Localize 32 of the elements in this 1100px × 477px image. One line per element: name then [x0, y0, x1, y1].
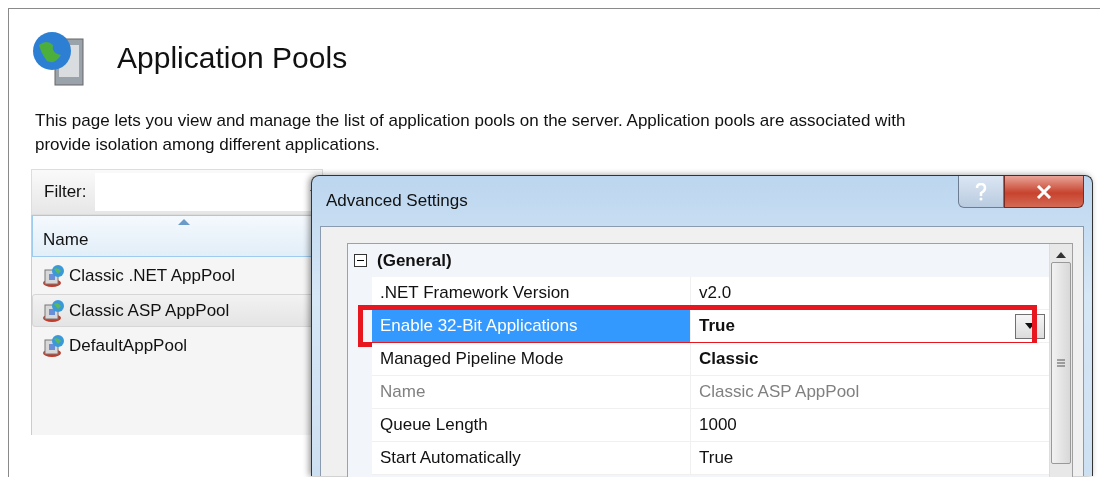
page-description: This page lets you view and manage the list of application pools on the server. Application pools are associated with provide isolation among different applications.: [35, 110, 907, 156]
grip-icon: [1057, 359, 1065, 367]
sort-arrow-icon: [178, 219, 190, 225]
pool-name: Classic ASP AppPool: [69, 300, 230, 321]
close-icon: [1036, 184, 1052, 199]
filter-label: Filter:: [44, 182, 87, 202]
pool-name: DefaultAppPool: [69, 335, 188, 356]
help-button[interactable]: [958, 176, 1004, 208]
property-name[interactable]: Queue Length: [372, 409, 691, 441]
pool-name: Classic .NET AppPool: [69, 265, 235, 286]
property-name[interactable]: Managed Pipeline Mode: [372, 343, 691, 375]
property-value[interactable]: 1000: [691, 409, 1049, 441]
app-pool-icon: [41, 298, 65, 323]
help-icon: [975, 182, 987, 201]
scroll-thumb[interactable]: [1051, 262, 1071, 464]
close-button[interactable]: [1004, 176, 1084, 208]
page-title: Application Pools: [117, 41, 348, 75]
pool-row[interactable]: Classic .NET AppPool: [32, 259, 322, 292]
dialog-title: Advanced Settings: [326, 191, 469, 211]
property-value[interactable]: Classic: [691, 343, 1049, 375]
property-value[interactable]: True: [691, 310, 1049, 342]
scrollbar[interactable]: [1049, 244, 1072, 477]
collapse-icon[interactable]: [354, 254, 367, 267]
app-pool-icon: [41, 333, 65, 358]
filter-field[interactable]: [94, 173, 322, 211]
property-value[interactable]: True: [691, 442, 1049, 474]
dropdown-arrow-icon: [1025, 323, 1035, 329]
scroll-up-icon: [1056, 252, 1066, 258]
property-name[interactable]: Start Automatically: [372, 442, 691, 474]
pool-row[interactable]: DefaultAppPool: [32, 329, 322, 362]
app-pool-icon: [41, 263, 65, 288]
group-name: (General): [377, 250, 452, 271]
